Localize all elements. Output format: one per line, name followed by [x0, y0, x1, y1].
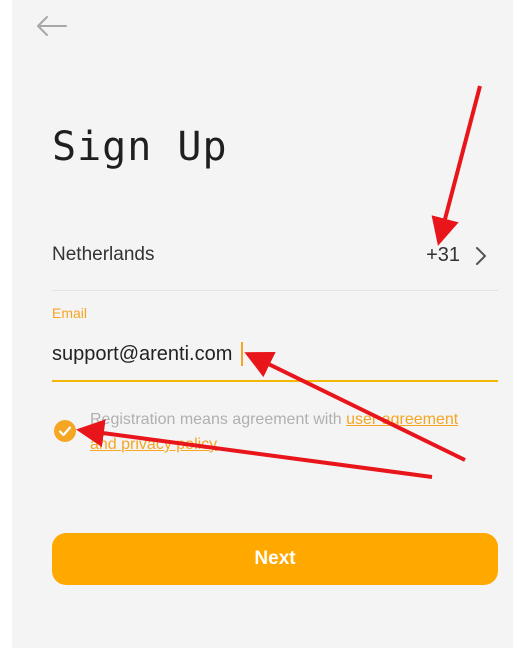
- country-selector[interactable]: Netherlands +31: [52, 232, 498, 291]
- text-cursor: [241, 342, 243, 366]
- next-button[interactable]: Next: [52, 533, 498, 585]
- arrow-left-icon: [37, 16, 67, 36]
- user-agreement-link[interactable]: user agreement: [346, 411, 458, 428]
- back-button[interactable]: [34, 14, 68, 38]
- agreement-text: Registration means agreement with user a…: [90, 407, 470, 457]
- country-name: Netherlands: [52, 244, 155, 265]
- privacy-policy-link[interactable]: privacy policy: [121, 436, 217, 453]
- chevron-right-icon: [476, 247, 486, 265]
- checkmark-icon: [58, 426, 72, 437]
- agreement-checkbox[interactable]: [54, 420, 76, 442]
- page-title: Sign Up: [52, 124, 228, 170]
- agreement-prefix: Registration means agreement with: [90, 411, 347, 428]
- email-field: [52, 330, 498, 382]
- agreement-link-joiner: and: [90, 436, 122, 453]
- dial-code: +31: [426, 244, 460, 266]
- email-input[interactable]: [52, 340, 498, 368]
- email-label: Email: [52, 305, 88, 321]
